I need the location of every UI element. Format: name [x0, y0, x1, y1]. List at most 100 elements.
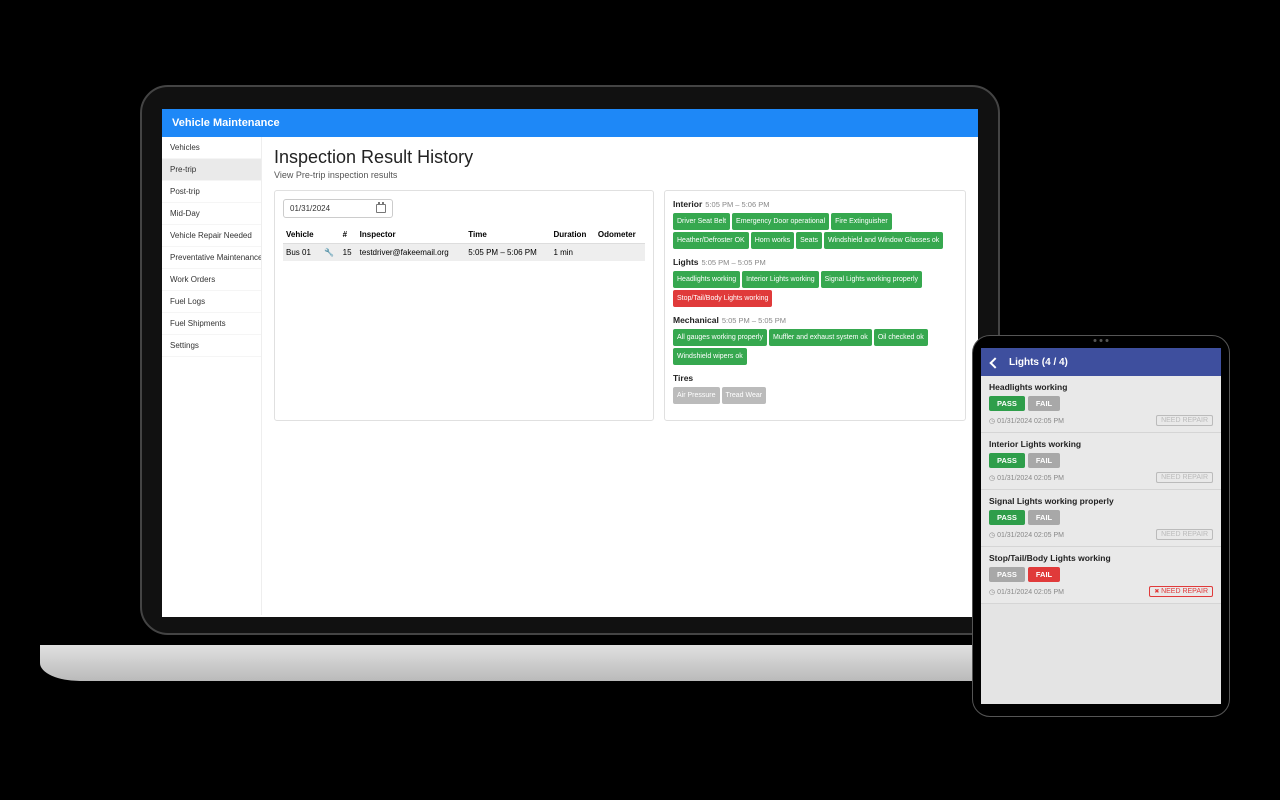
date-value: 01/31/2024	[290, 204, 330, 213]
tablet-bezel: Lights (4 / 4) Headlights workingPASSFAI…	[972, 335, 1230, 717]
status-tag: All gauges working properly	[673, 329, 767, 346]
status-tag: Interior Lights working	[742, 271, 818, 288]
mobile-app: Lights (4 / 4) Headlights workingPASSFAI…	[981, 348, 1221, 704]
laptop-bezel: Vehicle Maintenance VehiclesPre-tripPost…	[140, 85, 1000, 635]
status-tag: Seats	[796, 232, 822, 249]
sidebar-item-pre-trip[interactable]: Pre-trip	[162, 159, 261, 181]
section-name: Mechanical	[673, 315, 719, 325]
sidebar-item-post-trip[interactable]: Post-trip	[162, 181, 261, 203]
checklist-item: Stop/Tail/Body Lights working PASSFAIL 01/…	[981, 547, 1221, 604]
pass-fail-row: PASSFAIL	[989, 453, 1213, 468]
pass-fail-row: PASSFAIL	[989, 510, 1213, 525]
laptop-frame: Vehicle Maintenance VehiclesPre-tripPost…	[140, 85, 1000, 675]
mobile-header-title: Lights (4 / 4)	[1009, 357, 1068, 368]
tag-list: Headlights workingInterior Lights workin…	[673, 271, 957, 309]
page-title: Inspection Result History	[274, 147, 966, 168]
pass-button[interactable]: PASS	[989, 396, 1025, 411]
table-cell: 🔧	[321, 244, 339, 262]
section-time: 5:05 PM – 5:05 PM	[722, 316, 786, 325]
status-tag: Muffler and exhaust system ok	[769, 329, 872, 346]
status-tag: Headlights working	[673, 271, 740, 288]
fail-button[interactable]: FAIL	[1028, 453, 1060, 468]
table-cell: testdriver@fakeemail.org	[357, 244, 466, 262]
sidebar-item-vehicles[interactable]: Vehicles	[162, 137, 261, 159]
wrench-icon: 🔧	[324, 248, 334, 257]
inspection-table: Vehicle#InspectorTimeDurationOdometer Bu…	[283, 226, 645, 261]
table-cell	[595, 244, 645, 262]
table-header: Inspector	[357, 226, 466, 244]
table-row[interactable]: Bus 01🔧15testdriver@fakeemail.org5:05 PM…	[283, 244, 645, 262]
status-tag: Heather/Defroster OK	[673, 232, 749, 249]
section-time: 5:05 PM – 5:06 PM	[705, 200, 769, 209]
need-repair-button[interactable]: NEED REPAIR	[1156, 529, 1213, 540]
sidebar-item-settings[interactable]: Settings	[162, 335, 261, 357]
checklist-item-title: Stop/Tail/Body Lights working	[989, 553, 1213, 563]
timestamp: 01/31/2024 02:05 PM	[989, 474, 1064, 482]
detail-section-header: Interior5:05 PM – 5:06 PM	[673, 199, 957, 209]
back-icon[interactable]	[989, 356, 1001, 368]
checklist-item: Signal Lights working properly PASSFAIL 01…	[981, 490, 1221, 547]
need-repair-button[interactable]: NEED REPAIR	[1156, 415, 1213, 426]
pass-fail-row: PASSFAIL	[989, 567, 1213, 582]
calendar-icon	[376, 204, 386, 213]
sidebar-item-work-orders[interactable]: Work Orders	[162, 269, 261, 291]
pass-button[interactable]: PASS	[989, 510, 1025, 525]
tablet-speaker	[1094, 339, 1109, 342]
desktop-app: Vehicle Maintenance VehiclesPre-tripPost…	[162, 109, 978, 617]
laptop-base	[40, 645, 1100, 681]
timestamp-row: 01/31/2024 02:05 PM NEED REPAIR	[989, 472, 1213, 483]
table-cell: 15	[340, 244, 357, 262]
table-header: Odometer	[595, 226, 645, 244]
sidebar-item-fuel-shipments[interactable]: Fuel Shipments	[162, 313, 261, 335]
fail-button[interactable]: FAIL	[1028, 510, 1060, 525]
section-name: Lights	[673, 257, 699, 267]
main-content: Inspection Result History View Pre-trip …	[262, 137, 978, 615]
status-tag: Oil checked ok	[874, 329, 928, 346]
tablet-frame: Lights (4 / 4) Headlights workingPASSFAI…	[972, 335, 1230, 717]
status-tag: Emergency Door operational	[732, 213, 829, 230]
status-tag: Signal Lights working properly	[821, 271, 922, 288]
checklist-item-title: Headlights working	[989, 382, 1213, 392]
page-subtitle: View Pre-trip inspection results	[274, 170, 966, 180]
pass-button[interactable]: PASS	[989, 567, 1025, 582]
section-name: Interior	[673, 199, 702, 209]
tag-list: Air PressureTread Wear	[673, 387, 957, 406]
detail-section-header: Mechanical5:05 PM – 5:05 PM	[673, 315, 957, 325]
app-header-title: Vehicle Maintenance	[162, 109, 978, 137]
need-repair-button[interactable]: NEED REPAIR	[1149, 586, 1213, 597]
status-tag: Driver Seat Belt	[673, 213, 730, 230]
timestamp: 01/31/2024 02:05 PM	[989, 417, 1064, 425]
table-header: Time	[465, 226, 550, 244]
checklist-item: Headlights working PASSFAIL 01/31/2024 02:…	[981, 376, 1221, 433]
status-tag: Air Pressure	[673, 387, 720, 404]
sidebar-item-fuel-logs[interactable]: Fuel Logs	[162, 291, 261, 313]
table-header: Duration	[550, 226, 594, 244]
timestamp: 01/31/2024 02:05 PM	[989, 588, 1064, 596]
sidebar-item-vehicle-repair-needed[interactable]: Vehicle Repair Needed	[162, 225, 261, 247]
status-tag: Horn works	[751, 232, 794, 249]
status-tag: Tread Wear	[722, 387, 767, 404]
fail-button[interactable]: FAIL	[1028, 567, 1060, 582]
inspection-detail-panel: Interior5:05 PM – 5:06 PM Driver Seat Bel…	[664, 190, 966, 421]
checklist-item: Interior Lights workingPASSFAIL01/31/202…	[981, 433, 1221, 490]
table-cell: 5:05 PM – 5:06 PM	[465, 244, 550, 262]
sidebar-item-preventative-maintenance[interactable]: Preventative Maintenance	[162, 247, 261, 269]
sidebar-item-mid-day[interactable]: Mid-Day	[162, 203, 261, 225]
status-tag: Stop/Tail/Body Lights working	[673, 290, 772, 307]
date-filter-input[interactable]: 01/31/2024	[283, 199, 393, 218]
status-tag: Windshield wipers ok	[673, 348, 747, 365]
table-header	[321, 226, 339, 244]
timestamp-row: 01/31/2024 02:05 PM NEED REPAIR	[989, 586, 1213, 597]
need-repair-button[interactable]: NEED REPAIR	[1156, 472, 1213, 483]
mobile-header: Lights (4 / 4)	[981, 348, 1221, 376]
checklist-item-title: Signal Lights working properly	[989, 496, 1213, 506]
status-tag: Fire Extinguisher	[831, 213, 892, 230]
detail-section-header: Lights5:05 PM – 5:05 PM	[673, 257, 957, 267]
detail-section-header: Tires	[673, 373, 957, 383]
fail-button[interactable]: FAIL	[1028, 396, 1060, 411]
table-cell: 1 min	[550, 244, 594, 262]
table-header: #	[340, 226, 357, 244]
table-header: Vehicle	[283, 226, 321, 244]
timestamp-row: 01/31/2024 02:05 PMNEED REPAIR	[989, 529, 1213, 540]
pass-button[interactable]: PASS	[989, 453, 1025, 468]
